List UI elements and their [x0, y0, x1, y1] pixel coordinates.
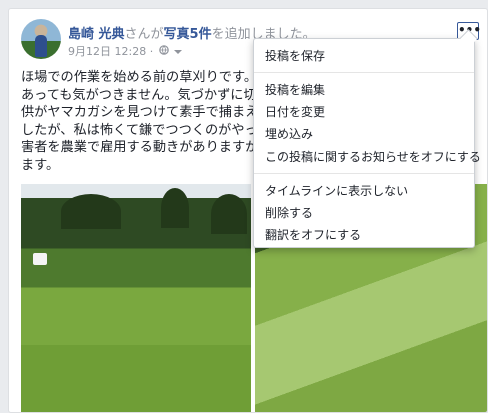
author-avatar[interactable]: [21, 19, 61, 59]
author-name-link[interactable]: 島崎 光典: [68, 27, 125, 42]
avatar-figure: [35, 35, 47, 57]
post-meta: 9月12日 12:28 ·: [68, 43, 183, 59]
photo-tree: [211, 194, 247, 234]
photo-tree: [61, 194, 121, 229]
action-text-pre: さんが: [124, 27, 164, 42]
menu-item-turn-off-translation[interactable]: 翻訳をオフにする: [265, 226, 361, 243]
menu-divider: [254, 72, 474, 73]
menu-item-turn-off-notifications[interactable]: この投稿に関するお知らせをオフにする: [265, 148, 481, 165]
photo-grass-field[interactable]: [21, 184, 251, 412]
menu-item-save-post[interactable]: 投稿を保存: [265, 47, 325, 64]
photos-link[interactable]: 写真5件: [164, 27, 212, 42]
menu-divider: [254, 173, 474, 174]
photo-tree: [161, 188, 189, 228]
menu-item-embed[interactable]: 埋め込み: [265, 125, 313, 142]
menu-item-delete[interactable]: 削除する: [265, 204, 313, 221]
photo-vehicle: [33, 253, 47, 265]
menu-item-edit-post[interactable]: 投稿を編集: [265, 81, 325, 98]
caret-down-icon[interactable]: [174, 47, 183, 58]
timestamp-link[interactable]: 9月12日 12:28: [68, 45, 146, 58]
menu-item-change-date[interactable]: 日付を変更: [265, 103, 325, 120]
menu-item-hide-from-timeline[interactable]: タイムラインに表示しない: [265, 182, 408, 199]
post-options-menu: 投稿を保存 投稿を編集 日付を変更 埋め込み この投稿に関するお知らせをオフにす…: [253, 29, 481, 248]
meta-separator: ·: [149, 45, 154, 58]
globe-icon[interactable]: [158, 45, 169, 58]
